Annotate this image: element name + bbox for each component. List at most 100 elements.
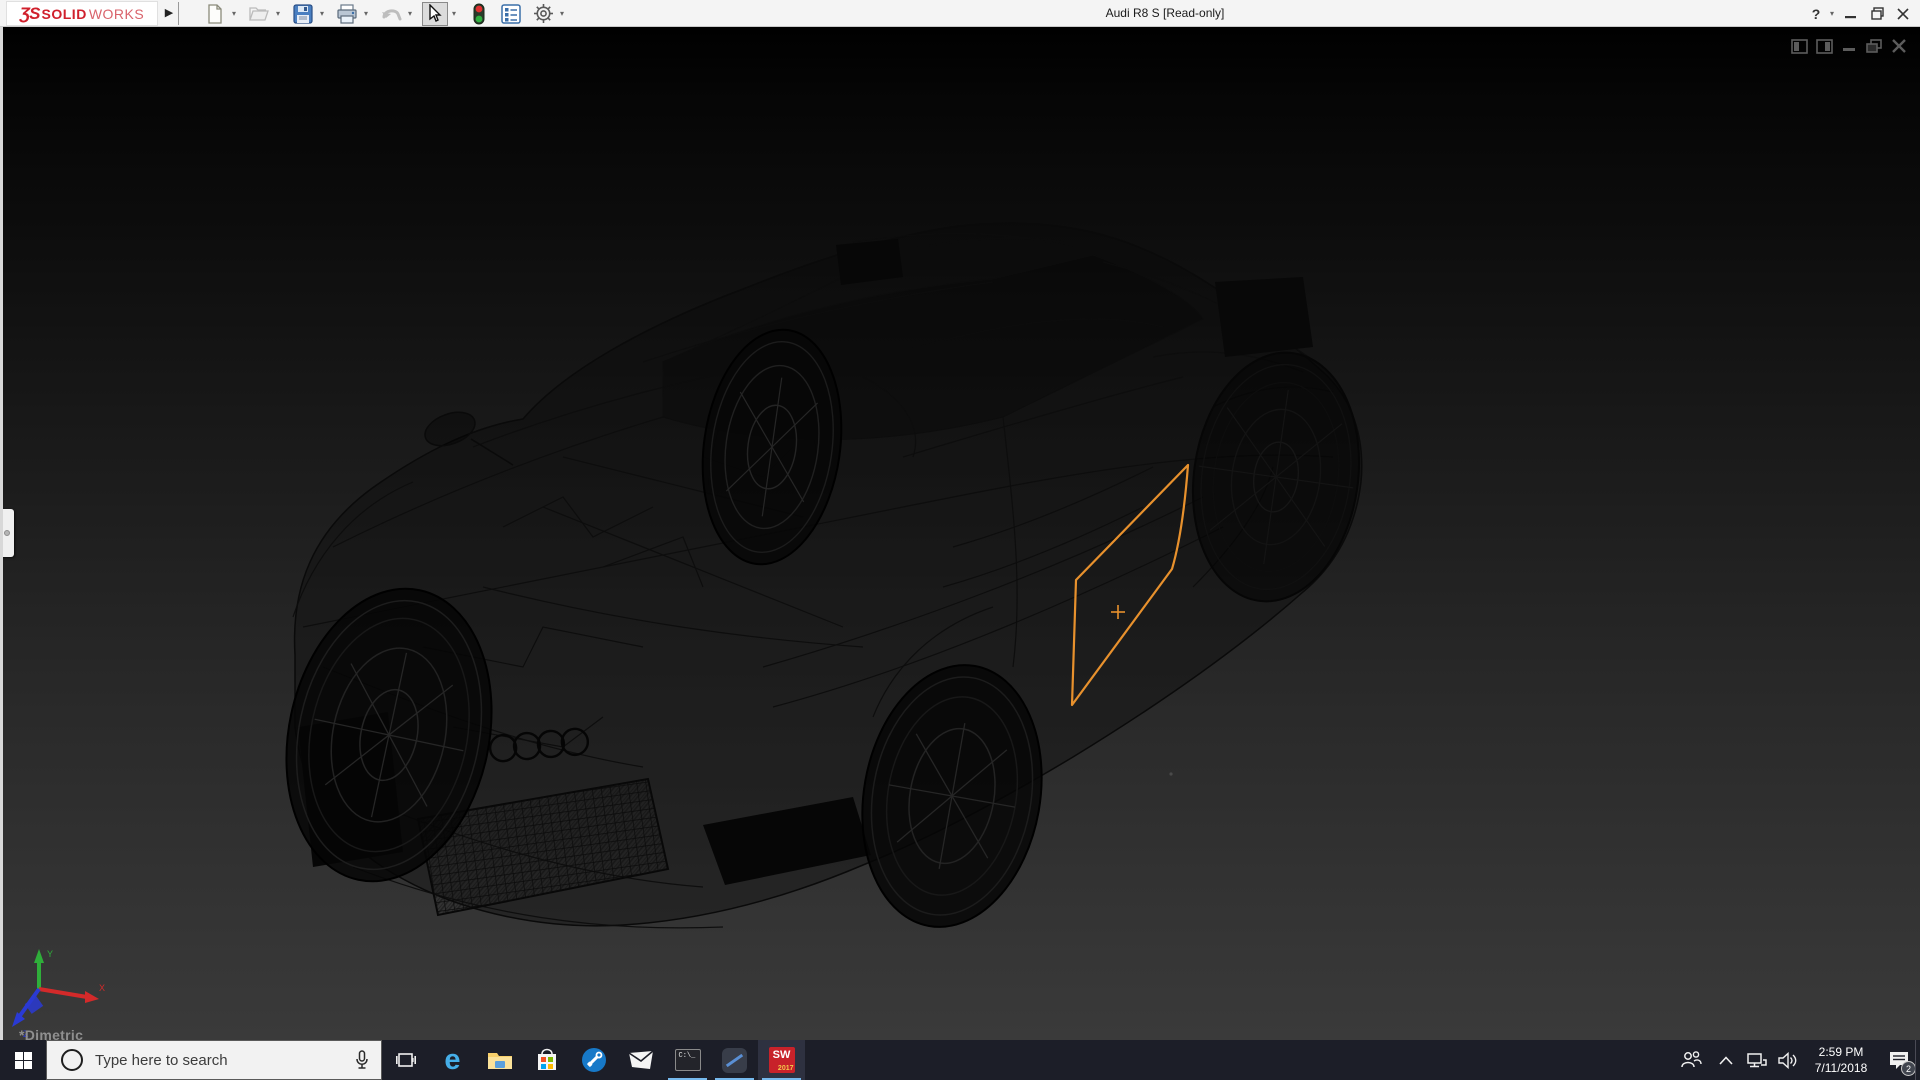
undo-icon [382,8,402,20]
mail-icon [628,1050,654,1069]
document-minimize-icon [1843,48,1855,51]
traffic-light-icon [473,3,485,24]
undo-dropdown[interactable]: ▾ [404,2,416,26]
taskbar-item-command-prompt[interactable]: C:\_ [664,1040,711,1080]
logo-text-solid: SOLID [41,5,87,22]
save-button[interactable] [290,2,316,26]
taskbar-item-solidworks[interactable]: SW 2017 [758,1040,805,1080]
view-orientation-label: *Dimetric [19,1027,84,1040]
pane-left-icon [1790,38,1808,54]
solidworks-icon-year: 2017 [777,1065,794,1072]
taskbar-search[interactable] [46,1040,382,1080]
new-document-icon [208,3,222,24]
rebuild-traffic-light-button[interactable] [466,2,492,26]
show-desktop-button[interactable] [1915,1040,1920,1080]
solidworks-logo[interactable]: ƷS SOLID WORKS [6,1,158,26]
volume-icon [1778,1051,1797,1069]
panel-flyout-tab[interactable] [3,509,14,557]
taskbar-item-edge[interactable]: e [429,1040,476,1080]
solidworks-icon-label: SW [772,1049,791,1061]
task-view-button[interactable] [382,1040,429,1080]
restore-button[interactable] [1864,0,1890,27]
help-button[interactable]: ? [1806,0,1826,27]
support-tool-wrench-icon [581,1048,606,1072]
taskbar-item-store[interactable] [523,1040,570,1080]
minimize-icon [1845,15,1856,18]
tray-overflow-button[interactable] [1710,1040,1742,1080]
print-icon [337,3,357,24]
new-document-dropdown[interactable]: ▾ [228,2,240,26]
pane-right-button[interactable] [1815,37,1833,55]
document-minimize-button[interactable] [1840,37,1858,55]
triad-x-label: X [99,983,105,993]
store-icon [537,1048,556,1070]
search-input[interactable] [95,1051,355,1069]
orientation-triad: Y X Z [12,949,105,1039]
pane-left-button[interactable] [1790,37,1808,55]
file-explorer-icon [487,1053,512,1069]
clock-time: 2:59 PM [1818,1044,1864,1059]
document-close-icon [1892,39,1906,53]
notification-badge: 2 [1901,1061,1916,1076]
edge-icon: e [444,1043,461,1076]
options-gear-icon [533,4,553,23]
start-button[interactable] [0,1040,46,1080]
system-tray: 2:59 PM 7/11/2018 2 [1672,1040,1920,1080]
close-button[interactable] [1890,0,1916,27]
document-title: Audi R8 S [Read-only] [1105,6,1225,20]
titlebar: ƷS SOLID WORKS ▶ ▾ ▾ ▾ ▾ ▾ ▾ ▾ Audi R8 S… [0,0,1920,27]
open-folder-icon [249,6,269,21]
print-dropdown[interactable]: ▾ [360,2,372,26]
window-controls: ? ▾ [1806,0,1916,27]
command-prompt-icon: C:\_ [674,1049,701,1071]
hexagon-app-icon [722,1047,747,1073]
graphics-viewport[interactable]: Y X Z *Dimetric [0,27,1920,1040]
cortana-icon [61,1049,83,1071]
taskbar-item-mail[interactable] [617,1040,664,1080]
standard-toolbar: ▾ ▾ ▾ ▾ ▾ ▾ ▾ [196,0,568,27]
taskbar-item-hexagon-app[interactable] [711,1040,758,1080]
volume-button[interactable] [1772,1040,1804,1080]
task-view-icon [395,1053,416,1067]
car-wireframe [285,222,1363,929]
windows-logo-icon [14,1051,32,1069]
taskbar: e C:\_ SW [0,1040,1920,1080]
flyout-dot-icon [4,530,10,536]
microphone-icon[interactable] [355,1050,369,1070]
document-restore-icon [1866,38,1882,53]
restore-icon [1870,7,1884,20]
undo-button[interactable] [378,2,404,26]
minimize-button[interactable] [1838,0,1864,27]
select-dropdown[interactable]: ▾ [448,2,460,26]
taskbar-item-file-explorer[interactable] [476,1040,523,1080]
print-button[interactable] [334,2,360,26]
people-button[interactable] [1672,1040,1710,1080]
close-icon [1897,7,1909,20]
options-dropdown[interactable]: ▾ [556,2,568,26]
new-document-button[interactable] [202,2,228,26]
select-button[interactable] [422,1,448,26]
file-properties-icon [501,3,521,24]
select-cursor-icon [429,4,442,22]
save-dropdown[interactable]: ▾ [316,2,328,26]
triad-y-label: Y [47,949,53,959]
network-icon [1747,1052,1767,1067]
open-button[interactable] [246,2,272,26]
taskbar-item-support-tool[interactable] [570,1040,617,1080]
options-button[interactable] [530,2,556,26]
chevron-up-icon [1719,1055,1733,1065]
document-window-controls [1790,37,1908,55]
network-button[interactable] [1742,1040,1772,1080]
menu-expand-arrow[interactable]: ▶ [162,4,176,22]
help-dropdown[interactable]: ▾ [1826,0,1838,27]
toolbar-divider [178,2,179,25]
document-close-button[interactable] [1890,37,1908,55]
taskbar-clock[interactable]: 2:59 PM 7/11/2018 [1804,1044,1878,1076]
solidworks-app-icon: SW 2017 [768,1047,795,1073]
logo-text-works: WORKS [88,5,145,22]
open-dropdown[interactable]: ▾ [272,2,284,26]
document-restore-button[interactable] [1865,37,1883,55]
people-icon [1681,1051,1702,1068]
action-center-button[interactable]: 2 [1878,1040,1920,1080]
file-properties-button[interactable] [498,2,524,26]
